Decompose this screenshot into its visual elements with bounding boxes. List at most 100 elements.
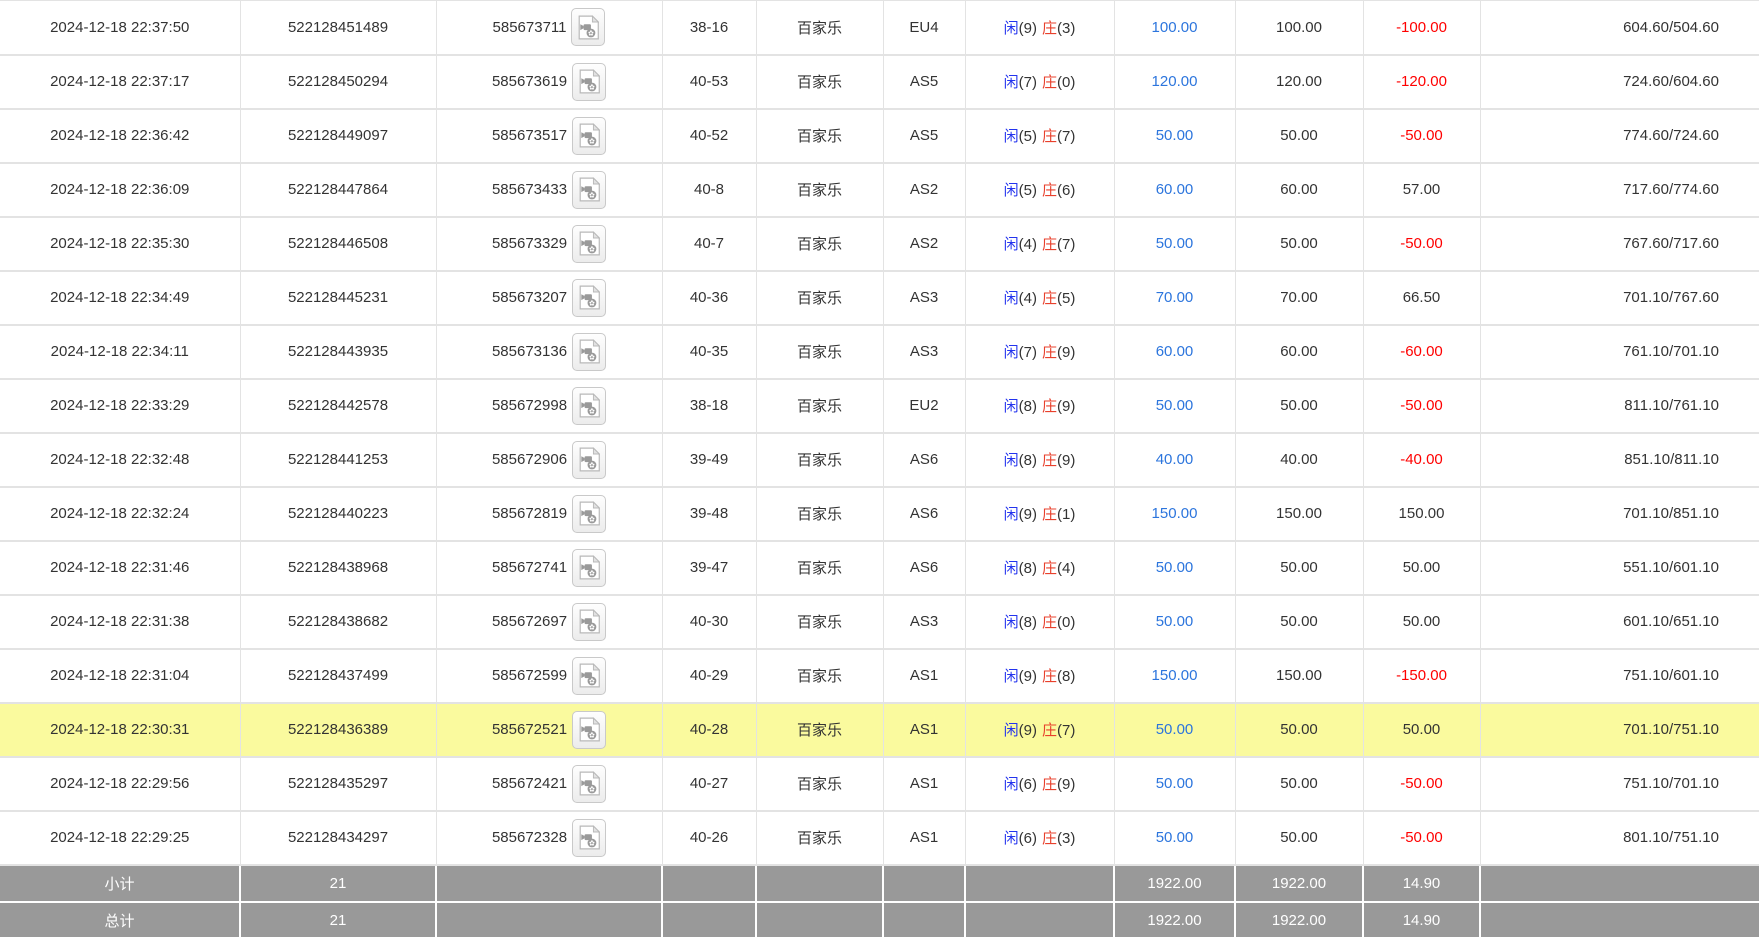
video-replay-button[interactable] [572, 63, 606, 101]
table-row[interactable]: 2024-12-18 22:31:04 522128437499 5856725… [0, 649, 1759, 703]
video-replay-button[interactable] [572, 171, 606, 209]
video-replay-button[interactable] [572, 495, 606, 533]
bet-amount-link[interactable]: 50.00 [1114, 811, 1235, 865]
valid-amount-cell: 50.00 [1235, 703, 1363, 757]
bet-amount-link[interactable]: 40.00 [1114, 433, 1235, 487]
table-row[interactable]: 2024-12-18 22:37:17 522128450294 5856736… [0, 55, 1759, 109]
bet-amount-link[interactable]: 60.00 [1114, 163, 1235, 217]
order-no-cell: 522128451489 [240, 1, 436, 55]
table-row[interactable]: 2024-12-18 22:34:11 522128443935 5856731… [0, 325, 1759, 379]
bet-amount-link[interactable]: 50.00 [1114, 595, 1235, 649]
video-replay-icon [578, 447, 600, 472]
table-row[interactable]: 2024-12-18 22:30:31 522128436389 5856725… [0, 703, 1759, 757]
game-no: 585672998 [492, 397, 567, 414]
game-type-cell: 百家乐 [756, 487, 883, 541]
game-no: 585672819 [492, 505, 567, 522]
player-score: (7) [1019, 74, 1037, 91]
table-row[interactable]: 2024-12-18 22:29:25 522128434297 5856723… [0, 811, 1759, 865]
bet-amount-link[interactable]: 60.00 [1114, 325, 1235, 379]
video-replay-button[interactable] [572, 549, 606, 587]
bet-amount-link[interactable]: 100.00 [1114, 1, 1235, 55]
video-replay-button[interactable] [572, 441, 606, 479]
bet-amount-link[interactable]: 50.00 [1114, 109, 1235, 163]
banker-label: 庄 [1042, 560, 1057, 577]
table-row[interactable]: 2024-12-18 22:32:48 522128441253 5856729… [0, 433, 1759, 487]
player-label: 闲 [1004, 74, 1019, 91]
player-label: 闲 [1004, 452, 1019, 469]
video-replay-icon [578, 69, 600, 94]
player-score: (9) [1019, 506, 1037, 523]
game-no: 585672521 [492, 721, 567, 738]
time-cell: 2024-12-18 22:35:30 [0, 217, 240, 271]
table-row[interactable]: 2024-12-18 22:36:42 522128449097 5856735… [0, 109, 1759, 163]
bet-amount-link[interactable]: 50.00 [1114, 379, 1235, 433]
bet-amount-link[interactable]: 150.00 [1114, 649, 1235, 703]
time-cell: 2024-12-18 22:32:48 [0, 433, 240, 487]
game-type-cell: 百家乐 [756, 109, 883, 163]
video-replay-button[interactable] [572, 603, 606, 641]
round-cell: 40-36 [662, 271, 756, 325]
win-loss-cell: 50.00 [1363, 595, 1480, 649]
banker-label: 庄 [1042, 182, 1057, 199]
valid-amount-cell: 50.00 [1235, 541, 1363, 595]
order-no-cell: 522128438682 [240, 595, 436, 649]
banker-score: (1) [1057, 506, 1075, 523]
balance-cell: 767.60/717.60 [1480, 217, 1759, 271]
bet-amount-link[interactable]: 150.00 [1114, 487, 1235, 541]
result-cell: 闲(4)庄(5) [965, 271, 1114, 325]
video-replay-icon [578, 501, 600, 526]
subtotal-valid-amount: 1922.00 [1235, 865, 1363, 902]
bet-amount-link[interactable]: 120.00 [1114, 55, 1235, 109]
banker-score: (0) [1057, 614, 1075, 631]
bet-amount-link[interactable]: 50.00 [1114, 757, 1235, 811]
table-row[interactable]: 2024-12-18 22:35:30 522128446508 5856733… [0, 217, 1759, 271]
player-score: (7) [1019, 344, 1037, 361]
time-cell: 2024-12-18 22:29:25 [0, 811, 240, 865]
player-label: 闲 [1004, 182, 1019, 199]
video-replay-button[interactable] [572, 117, 606, 155]
table-name-cell: AS6 [883, 433, 965, 487]
table-row[interactable]: 2024-12-18 22:31:46 522128438968 5856727… [0, 541, 1759, 595]
table-row[interactable]: 2024-12-18 22:36:09 522128447864 5856734… [0, 163, 1759, 217]
balance-cell: 701.10/751.10 [1480, 703, 1759, 757]
player-score: (9) [1019, 20, 1037, 37]
video-replay-button[interactable] [572, 279, 606, 317]
table-row[interactable]: 2024-12-18 22:31:38 522128438682 5856726… [0, 595, 1759, 649]
table-row[interactable]: 2024-12-18 22:37:50 522128451489 5856737… [0, 1, 1759, 55]
win-loss-cell: -50.00 [1363, 811, 1480, 865]
video-replay-button[interactable] [572, 819, 606, 857]
bet-amount-link[interactable]: 70.00 [1114, 271, 1235, 325]
banker-label: 庄 [1042, 776, 1057, 793]
game-type-cell: 百家乐 [756, 379, 883, 433]
video-replay-button[interactable] [572, 657, 606, 695]
table-row[interactable]: 2024-12-18 22:33:29 522128442578 5856729… [0, 379, 1759, 433]
bet-amount-link[interactable]: 50.00 [1114, 541, 1235, 595]
banker-label: 庄 [1042, 236, 1057, 253]
balance-cell: 701.10/767.60 [1480, 271, 1759, 325]
total-win-loss: 14.90 [1363, 902, 1480, 937]
table-name-cell: AS6 [883, 487, 965, 541]
game-no: 585672906 [492, 451, 567, 468]
video-replay-button[interactable] [571, 8, 605, 46]
table-row[interactable]: 2024-12-18 22:29:56 522128435297 5856724… [0, 757, 1759, 811]
table-row[interactable]: 2024-12-18 22:34:49 522128445231 5856732… [0, 271, 1759, 325]
table-row[interactable]: 2024-12-18 22:32:24 522128440223 5856728… [0, 487, 1759, 541]
banker-score: (9) [1057, 776, 1075, 793]
result-cell: 闲(7)庄(0) [965, 55, 1114, 109]
round-cell: 40-35 [662, 325, 756, 379]
video-replay-icon [578, 123, 600, 148]
bet-amount-link[interactable]: 50.00 [1114, 217, 1235, 271]
video-replay-button[interactable] [572, 711, 606, 749]
game-no-cell: 585672521 [436, 703, 662, 757]
video-replay-icon [578, 285, 600, 310]
video-replay-button[interactable] [572, 765, 606, 803]
video-replay-button[interactable] [572, 387, 606, 425]
video-replay-button[interactable] [572, 333, 606, 371]
game-no: 585673517 [492, 127, 567, 144]
valid-amount-cell: 150.00 [1235, 487, 1363, 541]
bet-amount-link[interactable]: 50.00 [1114, 703, 1235, 757]
player-label: 闲 [1004, 722, 1019, 739]
video-replay-button[interactable] [572, 225, 606, 263]
banker-label: 庄 [1042, 668, 1057, 685]
table-name-cell: AS2 [883, 217, 965, 271]
